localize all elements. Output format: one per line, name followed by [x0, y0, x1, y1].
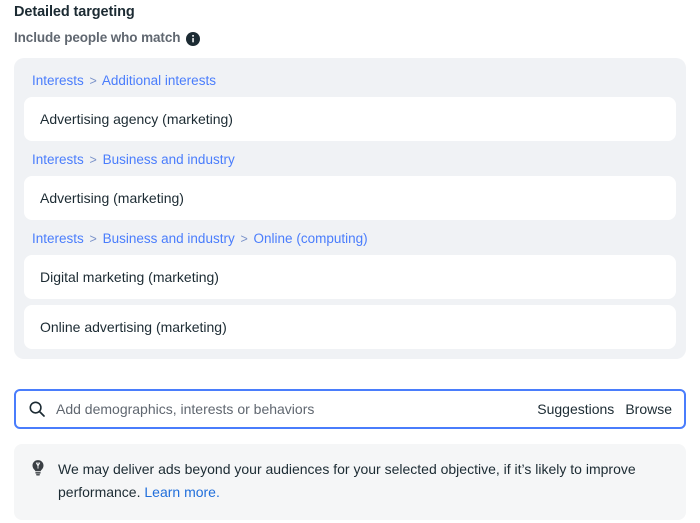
search-icon — [28, 400, 46, 418]
breadcrumb-separator: > — [89, 232, 97, 246]
info-icon[interactable] — [186, 32, 201, 46]
lightbulb-icon — [30, 459, 46, 477]
search-actions: Suggestions Browse — [537, 401, 672, 417]
list-item[interactable]: Online advertising (marketing) — [24, 305, 676, 349]
breadcrumb-crumb[interactable]: Business and industry — [103, 152, 235, 167]
breadcrumb-crumb[interactable]: Interests — [32, 152, 84, 167]
breadcrumb: Interests > Business and industry > Onli… — [24, 226, 676, 255]
breadcrumb: Interests > Additional interests — [24, 68, 676, 97]
subtitle-label: Include people who match — [14, 30, 181, 45]
breadcrumb-crumb[interactable]: Interests — [32, 231, 84, 246]
targeting-search-row[interactable]: Suggestions Browse — [14, 389, 686, 429]
breadcrumb-crumb[interactable]: Online (computing) — [254, 231, 368, 246]
learn-more-link[interactable]: Learn more. — [144, 484, 219, 500]
suggestions-button[interactable]: Suggestions — [537, 401, 614, 417]
list-item[interactable]: Digital marketing (marketing) — [24, 255, 676, 299]
search-input[interactable] — [56, 401, 526, 417]
info-note: We may deliver ads beyond your audiences… — [14, 444, 686, 520]
page-title: Detailed targeting — [14, 4, 135, 20]
note-text: We may deliver ads beyond your audiences… — [58, 458, 658, 504]
list-item[interactable]: Advertising agency (marketing) — [24, 97, 676, 141]
selected-targeting-list: Interests > Additional interests Adverti… — [14, 58, 686, 359]
breadcrumb-separator: > — [89, 153, 97, 167]
browse-button[interactable]: Browse — [625, 401, 672, 417]
interest-label: Advertising agency (marketing) — [40, 111, 233, 127]
interest-label: Digital marketing (marketing) — [40, 269, 219, 285]
detailed-targeting-panel: Detailed targeting Include people who ma… — [0, 0, 700, 523]
breadcrumb-crumb[interactable]: Interests — [32, 73, 84, 88]
breadcrumb-separator: > — [240, 232, 248, 246]
breadcrumb-crumb[interactable]: Additional interests — [102, 73, 216, 88]
breadcrumb: Interests > Business and industry — [24, 147, 676, 176]
breadcrumb-crumb[interactable]: Business and industry — [103, 231, 235, 246]
list-item[interactable]: Advertising (marketing) — [24, 176, 676, 220]
interest-label: Online advertising (marketing) — [40, 319, 227, 335]
breadcrumb-separator: > — [89, 74, 97, 88]
interest-label: Advertising (marketing) — [40, 190, 184, 206]
include-people-who-match-row: Include people who match — [14, 28, 201, 48]
